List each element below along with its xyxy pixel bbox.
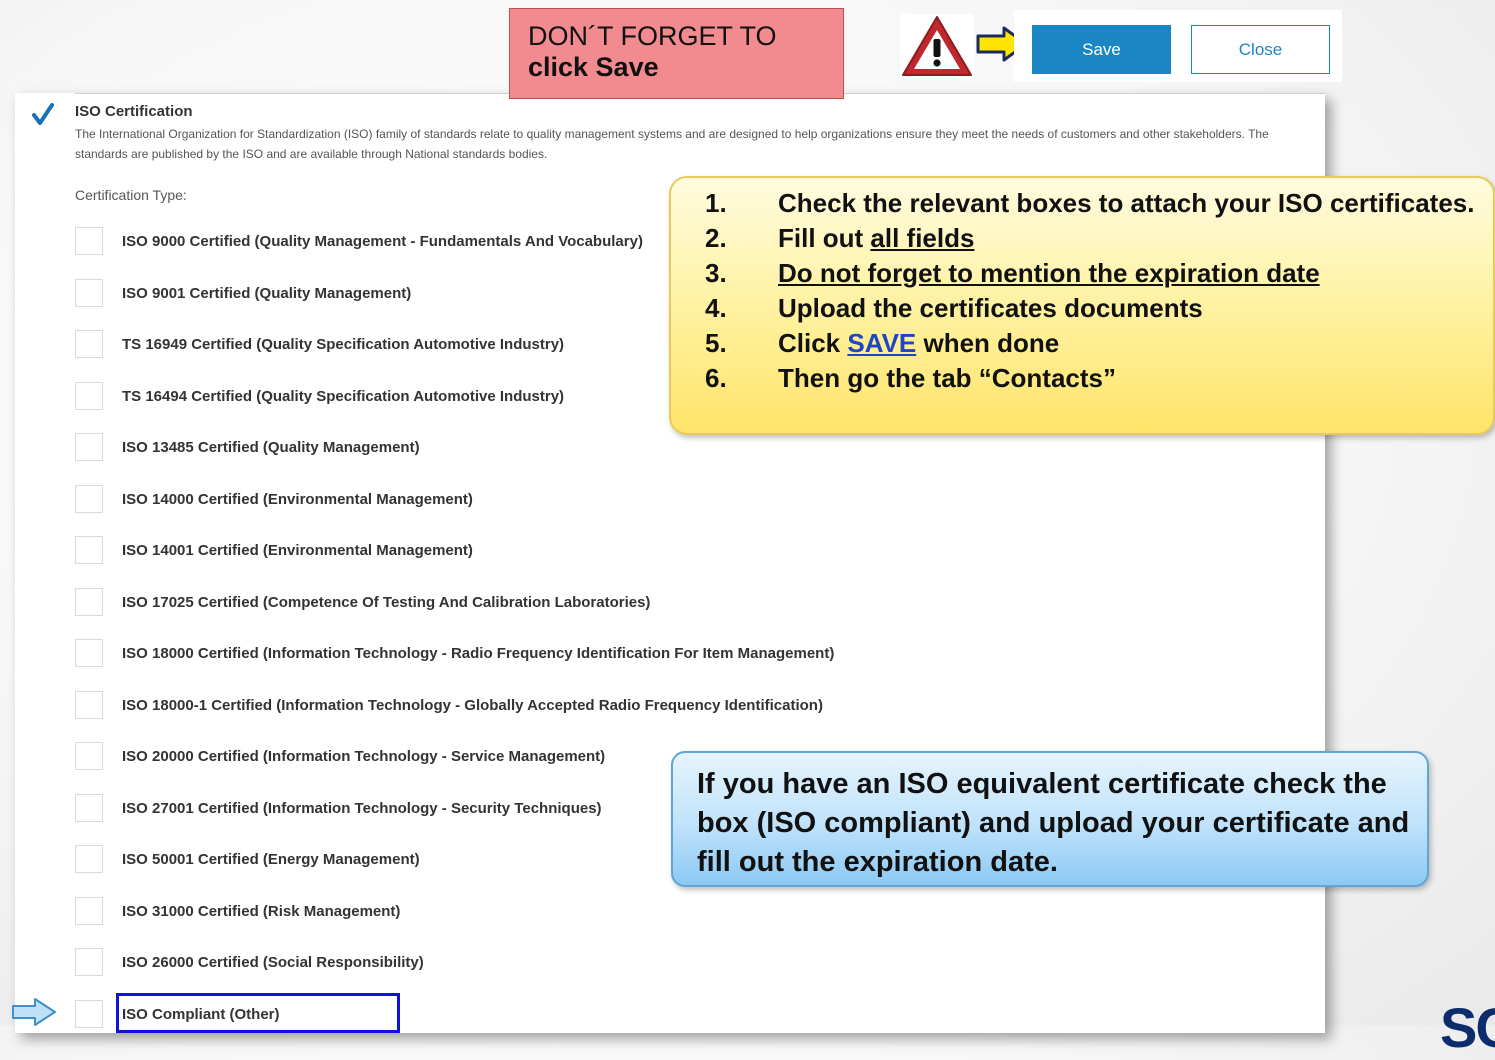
cert-checkbox[interactable]: [75, 433, 103, 461]
cert-checkbox[interactable]: [75, 278, 103, 307]
warning-triangle-icon: [900, 14, 974, 78]
cert-row-iso-13485: ISO 13485 Certified (Quality Management): [75, 433, 1315, 485]
section-description: The International Organization for Stand…: [75, 127, 1269, 161]
step-text: Click: [778, 328, 848, 358]
cert-label: ISO 13485 Certified (Quality Management): [122, 439, 420, 456]
save-button[interactable]: Save: [1032, 25, 1171, 74]
cert-checkbox[interactable]: [75, 330, 103, 358]
close-button[interactable]: Close: [1191, 25, 1330, 74]
step-text-underlined: all fields: [870, 223, 975, 253]
cert-checkbox[interactable]: [75, 896, 103, 925]
cert-checkbox[interactable]: [75, 484, 103, 513]
cert-checkbox[interactable]: [75, 948, 103, 976]
cert-checkbox[interactable]: [75, 793, 103, 822]
step-text: Then go the tab “Contacts”: [778, 363, 1116, 393]
step-text: Upload the certificates documents: [778, 293, 1203, 323]
cert-checkbox[interactable]: [75, 639, 103, 667]
step-number: 5.: [705, 328, 727, 358]
step-text: when done: [916, 328, 1060, 358]
instructions-list: 1. Check the relevant boxes to attach yo…: [705, 186, 1485, 396]
cert-row-iso-26000: ISO 26000 Certified (Social Responsibili…: [75, 948, 1315, 1000]
step-number: 1.: [705, 188, 727, 218]
cert-checkbox[interactable]: [75, 690, 103, 719]
instruction-step: 3. Do not forget to mention the expirati…: [705, 256, 1485, 291]
brand-logo-partial: SC: [1440, 996, 1495, 1059]
section-title: ISO Certification: [75, 103, 193, 120]
cert-checkbox[interactable]: [75, 999, 103, 1028]
cert-label: ISO 27001 Certified (Information Technol…: [122, 799, 602, 817]
cert-label: ISO 14000 Certified (Environmental Manag…: [122, 490, 473, 508]
cert-label: ISO 14001 Certified (Environmental Manag…: [122, 542, 473, 559]
cert-checkbox[interactable]: [75, 536, 103, 564]
instruction-step: 6. Then go the tab “Contacts”: [705, 361, 1485, 396]
cert-label: TS 16949 Certified (Quality Specificatio…: [122, 336, 565, 353]
iso-compliant-highlight: [116, 993, 400, 1033]
cert-checkbox[interactable]: [75, 587, 103, 616]
step-number: 2.: [705, 223, 727, 253]
save-link[interactable]: SAVE: [847, 328, 916, 358]
cert-checkbox[interactable]: [75, 227, 103, 255]
instruction-step: 5. Click SAVE when done: [705, 326, 1485, 361]
step-number: 6.: [705, 363, 727, 393]
step-text: Fill out: [778, 223, 871, 253]
instruction-step: 2. Fill out all fields: [705, 221, 1485, 256]
cert-row-iso-18000: ISO 18000 Certified (Information Technol…: [75, 639, 1315, 691]
cert-row-iso-31000: ISO 31000 Certified (Risk Management): [75, 896, 1315, 949]
cert-label: ISO 17025 Certified (Competence Of Testi…: [122, 593, 651, 611]
step-number: 3.: [705, 258, 727, 288]
instructions-callout: 1. Check the relevant boxes to attach yo…: [669, 176, 1495, 435]
iso-compliant-callout: If you have an ISO equivalent certificat…: [671, 751, 1429, 887]
step-text-underlined: Do not forget to mention the expiration …: [778, 258, 1320, 288]
cert-checkbox[interactable]: [75, 845, 103, 873]
cert-row-iso-18000-1: ISO 18000-1 Certified (Information Techn…: [75, 690, 1315, 743]
reminder-line-1: DON´T FORGET TO: [528, 21, 777, 51]
cert-label: TS 16494 Certified (Quality Specificatio…: [122, 387, 565, 405]
cert-row-iso-14001: ISO 14001 Certified (Environmental Manag…: [75, 536, 1315, 588]
cert-label: ISO 50001 Certified (Energy Management): [122, 851, 420, 868]
cert-label: ISO 9000 Certified (Quality Management -…: [122, 233, 643, 250]
cert-label: ISO 18000-1 Certified (Information Techn…: [122, 696, 823, 714]
step-text: Check the relevant boxes to attach your …: [778, 188, 1475, 218]
save-reminder-note: DON´T FORGET TO click Save: [509, 8, 844, 99]
pointer-arrow-icon: [12, 998, 56, 1026]
cert-label: ISO 31000 Certified (Risk Management): [122, 902, 401, 920]
cert-label: ISO 9001 Certified (Quality Management): [122, 284, 412, 302]
certification-type-label: Certification Type:: [75, 187, 187, 203]
step-number: 4.: [705, 293, 727, 323]
cert-row-iso-14000: ISO 14000 Certified (Environmental Manag…: [75, 484, 1315, 537]
reminder-line-2: click Save: [528, 52, 659, 82]
instruction-step: 1. Check the relevant boxes to attach yo…: [705, 186, 1485, 221]
iso-certification-checkbox[interactable]: [32, 103, 54, 127]
cert-checkbox[interactable]: [75, 742, 103, 770]
cert-label: ISO 26000 Certified (Social Responsibili…: [122, 954, 424, 971]
cert-checkbox[interactable]: [75, 381, 103, 410]
cert-row-iso-17025: ISO 17025 Certified (Competence Of Testi…: [75, 587, 1315, 640]
cert-label: ISO 20000 Certified (Information Technol…: [122, 748, 606, 765]
cert-label: ISO 18000 Certified (Information Technol…: [122, 645, 835, 662]
instruction-step: 4. Upload the certificates documents: [705, 291, 1485, 326]
